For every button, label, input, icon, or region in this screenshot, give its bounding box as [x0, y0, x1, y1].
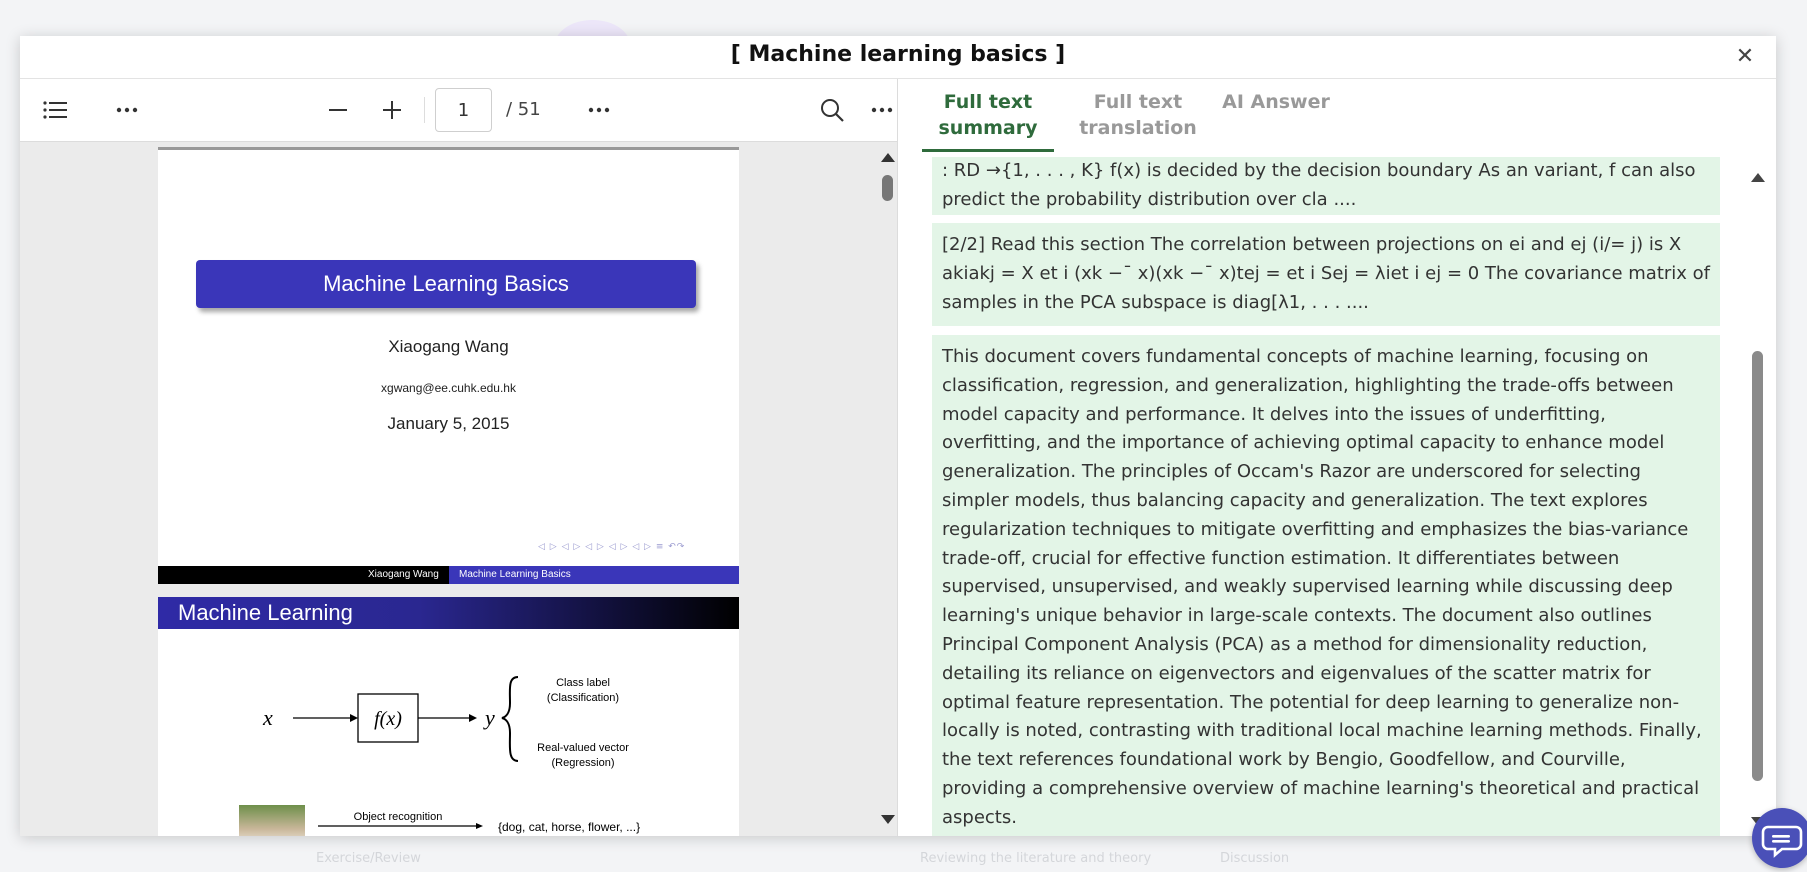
panel-scrollbar[interactable] — [1748, 165, 1768, 836]
slide-footer: Xiaogang Wang Machine Learning Basics — [158, 566, 739, 584]
dog-image — [239, 805, 305, 836]
background-text: Reviewing the literature and theory — [920, 851, 1152, 866]
summary-panel: Full text summary Full text translation … — [898, 79, 1776, 836]
object-recognition-label: Object recognition — [354, 811, 443, 823]
summary-chunk-text: : RD →{1, . . . , K} f(x) is decided by … — [942, 160, 1696, 210]
y-label: y — [483, 705, 495, 730]
active-tab-indicator — [922, 149, 1054, 152]
slide-date: January 5, 2015 — [387, 414, 510, 433]
more-horizontal-icon[interactable] — [585, 95, 615, 125]
tab-label: summary — [938, 117, 1038, 139]
slide-author: Xiaogang Wang — [388, 337, 509, 356]
real-vector-label: Real-valued vector — [537, 742, 629, 754]
tab-label: AI Answer — [1222, 91, 1330, 113]
scroll-up-icon[interactable] — [1751, 173, 1765, 182]
slide-email: xgwang@ee.cuhk.edu.hk — [381, 381, 516, 395]
footer-title: Machine Learning Basics — [459, 569, 571, 580]
classes-label: {dog, cat, horse, flower, ...} — [498, 820, 640, 834]
summary-card: This document covers fundamental concept… — [932, 335, 1720, 836]
toolbar-divider — [424, 97, 425, 123]
chat-bubble-icon[interactable] — [1752, 808, 1807, 868]
summary-chunk-card: : RD →{1, . . . , K} f(x) is decided by … — [932, 157, 1720, 215]
page-number-input[interactable] — [435, 88, 492, 132]
footer-author: Xiaogang Wang — [368, 569, 439, 580]
summary-content: : RD →{1, . . . , K} f(x) is decided by … — [932, 157, 1720, 836]
slide-nav-symbols: ◁ ▷ ◁ ▷ ◁ ▷ ◁ ▷ ◁ ▷ ≡ ↶↷ — [538, 542, 686, 552]
modal-title: [ Machine learning basics ] — [730, 42, 1066, 67]
viewer-toolbar: / 51 — [20, 79, 897, 142]
scroll-thumb[interactable] — [1752, 351, 1763, 781]
more-horizontal-icon[interactable] — [870, 95, 900, 125]
classification-label: (Classification) — [547, 692, 619, 704]
page-total: / 51 — [506, 99, 541, 120]
modal-header: [ Machine learning basics ] ✕ — [20, 36, 1776, 79]
search-icon[interactable] — [817, 95, 847, 125]
slide-page-2: Machine Learning x f(x) y Class label (C… — [158, 597, 739, 836]
summary-text: This document covers fundamental concept… — [942, 346, 1702, 828]
document-modal: [ Machine learning basics ] ✕ / 51 — [20, 36, 1776, 836]
slide-heading: Machine Learning — [158, 597, 739, 629]
tab-label: translation — [1079, 117, 1197, 139]
tab-label: Full text — [1093, 91, 1183, 113]
pdf-viewer: / 51 Machine Learning Basics Xiaogang Wa… — [20, 79, 898, 836]
minus-icon[interactable] — [323, 95, 353, 125]
list-icon[interactable] — [40, 95, 70, 125]
tab-full-text-translation[interactable]: Full text translation — [1068, 89, 1208, 141]
class-label: Class label — [556, 677, 610, 689]
regression-label: (Regression) — [552, 757, 615, 769]
scroll-down-icon[interactable] — [881, 815, 895, 824]
summary-chunk-text: [2/2] Read this section The correlation … — [942, 234, 1710, 313]
viewer-scrollbar[interactable] — [876, 141, 897, 836]
tab-label: Full text — [943, 91, 1033, 113]
tab-full-text-summary[interactable]: Full text summary — [922, 89, 1054, 141]
slide-page-1: Machine Learning Basics Xiaogang Wang xg… — [158, 147, 739, 584]
x-label: x — [262, 705, 273, 730]
summary-chunk-card: [2/2] Read this section The correlation … — [932, 223, 1720, 326]
tab-ai-answer[interactable]: AI Answer — [1220, 89, 1332, 115]
more-horizontal-icon[interactable] — [113, 95, 143, 125]
background-text: Exercise/Review — [316, 851, 421, 866]
close-icon[interactable]: ✕ — [1732, 44, 1758, 70]
f-label: f(x) — [374, 708, 402, 730]
plus-icon[interactable] — [377, 95, 407, 125]
slide-title: Machine Learning Basics — [196, 260, 696, 308]
footer-title-bar: Machine Learning Basics — [449, 566, 739, 584]
scroll-thumb[interactable] — [882, 175, 893, 201]
scroll-up-icon[interactable] — [881, 153, 895, 162]
background-text: Discussion — [1220, 851, 1290, 866]
